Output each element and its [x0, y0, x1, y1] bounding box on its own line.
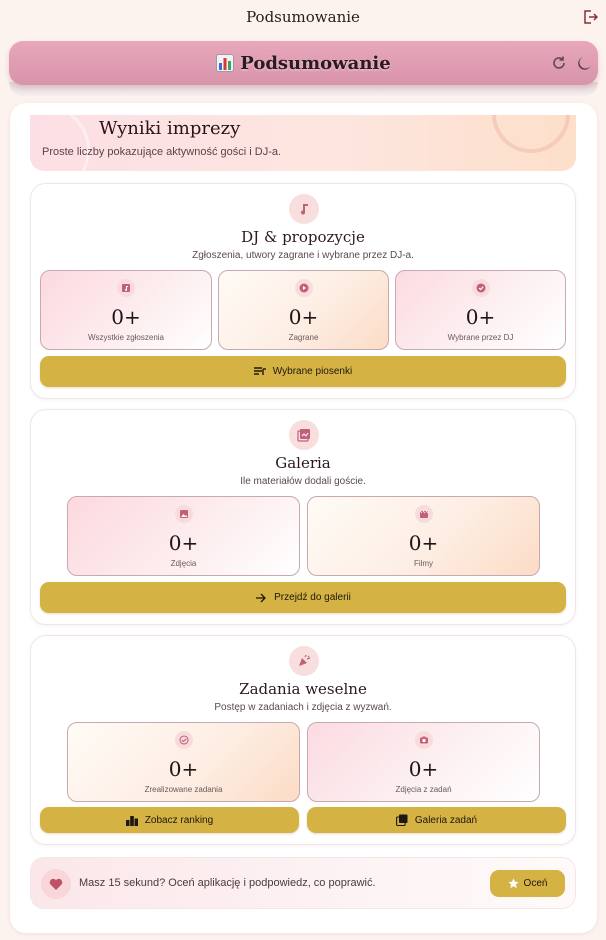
feedback-banner: Masz 15 sekund? Oceń aplikację i podpowi…	[30, 857, 576, 909]
stat-label: Wszystkie zgłoszenia	[87, 333, 165, 342]
summary-panel: Wyniki imprezy Proste liczby pokazujące …	[10, 103, 597, 933]
hero-subtitle: Proste liczby pokazujące aktywność gości…	[42, 146, 282, 158]
party-popper-icon	[289, 646, 319, 676]
check-circle-icon	[471, 279, 490, 297]
top-bar: Podsumowanie	[0, 0, 606, 34]
stat-card-played: 0+ Zagrane	[218, 270, 389, 350]
stat-label: Zrealizowane zadania	[144, 785, 223, 794]
check-circle-outline-icon	[174, 731, 193, 749]
music-note-icon	[289, 194, 319, 224]
movie-icon	[414, 505, 433, 523]
stat-card-completed-tasks: 0+ Zrealizowane zadania	[67, 722, 300, 802]
page-header: Podsumowanie	[9, 41, 598, 85]
button-label: Przejdź do galerii	[274, 592, 351, 603]
tasks-section: Zadania weselne Postęp w zadaniach i zdj…	[30, 635, 576, 845]
stat-value: 0+	[111, 305, 141, 329]
button-label: Zobacz ranking	[144, 814, 214, 826]
page-title-text: Podsumowanie	[240, 52, 391, 74]
gallery-icon	[395, 814, 408, 826]
section-title: Zadania weselne	[239, 680, 367, 698]
stat-label: Zagrane	[288, 333, 319, 342]
leaderboard-icon	[125, 815, 138, 826]
stat-label: Zdjęcia z zadań	[395, 785, 452, 794]
moon-icon[interactable]	[577, 55, 593, 71]
camera-icon	[414, 731, 433, 749]
star-icon	[508, 878, 519, 889]
section-subtitle: Postęp w zadaniach i zdjęcia z wyzwań.	[214, 702, 392, 713]
stat-value: 0+	[408, 757, 439, 781]
photo-library-icon	[289, 420, 319, 450]
stat-card-photos: 0+ Zdjęcia	[67, 496, 300, 576]
stat-card-all-requests: 0+ Wszystkie zgłoszenia	[40, 270, 212, 350]
stat-value: 0+	[408, 531, 439, 555]
heart-icon	[41, 869, 71, 899]
stat-label: Zdjęcia	[170, 559, 197, 568]
hero-banner: Wyniki imprezy Proste liczby pokazujące …	[30, 115, 576, 171]
hero-decoration	[30, 115, 90, 171]
go-to-gallery-button[interactable]: Przejdź do galerii	[40, 582, 566, 613]
hero-decoration	[492, 115, 570, 153]
section-title: Galeria	[275, 454, 331, 472]
image-icon	[174, 505, 193, 523]
button-label: Oceń	[523, 878, 548, 889]
bar-chart-icon	[216, 54, 235, 72]
stat-value: 0+	[288, 305, 319, 329]
selected-songs-button[interactable]: Wybrane piosenki	[40, 356, 566, 387]
stat-label: Filmy	[413, 559, 434, 568]
logout-icon[interactable]	[582, 9, 598, 25]
gallery-section: Galeria Ile materiałów dodali goście. 0+…	[30, 409, 576, 625]
see-ranking-button[interactable]: Zobacz ranking	[40, 807, 299, 833]
hero-title: Wyniki imprezy	[99, 118, 241, 139]
page-title: Podsumowanie	[216, 52, 391, 74]
section-title: DJ & propozycje	[241, 228, 365, 246]
stat-label: Wybrane przez DJ	[447, 333, 514, 342]
stat-card-videos: 0+ Filmy	[307, 496, 540, 576]
feedback-text: Masz 15 sekund? Oceń aplikację i podpowi…	[79, 877, 376, 889]
stat-value: 0+	[168, 531, 199, 555]
dj-section: DJ & propozycje Zgłoszenia, utwory zagra…	[30, 183, 576, 399]
stat-card-dj-selected: 0+ Wybrane przez DJ	[395, 270, 566, 350]
section-subtitle: Ile materiałów dodali goście.	[240, 476, 366, 487]
refresh-icon[interactable]	[551, 55, 567, 71]
stat-value: 0+	[168, 757, 199, 781]
playlist-icon	[253, 366, 266, 375]
stat-value: 0+	[465, 305, 496, 329]
task-gallery-button[interactable]: Galeria zadań	[307, 807, 566, 833]
play-icon	[294, 279, 313, 297]
music-library-icon	[117, 279, 135, 297]
arrow-right-icon	[256, 593, 267, 602]
stat-card-task-photos: 0+ Zdjęcia z zadań	[307, 722, 540, 802]
button-label: Galeria zadań	[414, 814, 478, 826]
top-bar-title: Podsumowanie	[246, 8, 360, 26]
button-label: Wybrane piosenki	[272, 366, 353, 377]
rate-button[interactable]: Oceń	[490, 870, 565, 897]
section-subtitle: Zgłoszenia, utwory zagrane i wybrane prz…	[192, 250, 414, 261]
